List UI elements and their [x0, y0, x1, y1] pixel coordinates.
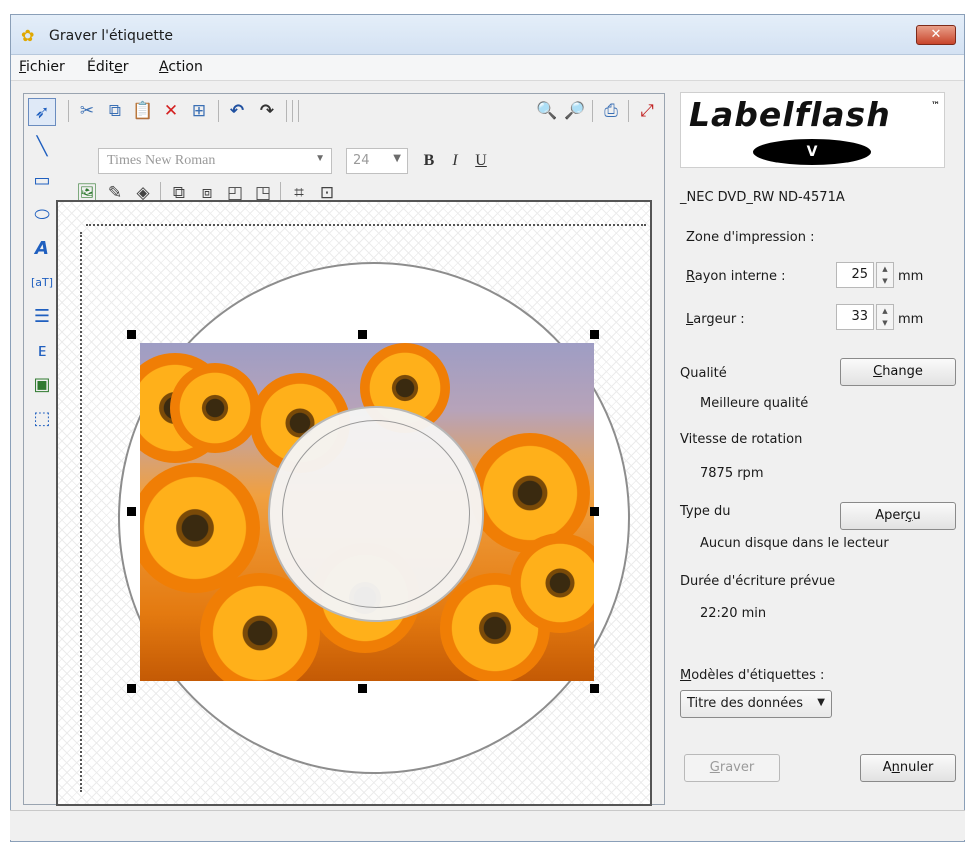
inner-radius-input[interactable]: 25 [836, 262, 874, 288]
redo-icon[interactable]: ↷ [254, 98, 280, 124]
chevron-down-icon[interactable]: ▼ [877, 275, 893, 287]
disc-hub [268, 406, 484, 622]
resize-handle[interactable] [127, 330, 136, 339]
cancel-button[interactable]: Annuler [860, 754, 956, 782]
duplicate-icon[interactable]: ⊞ [186, 98, 212, 124]
preview-icon[interactable]: ⎙ [598, 98, 624, 124]
inner-radius-label: Rayon interne : [686, 269, 786, 284]
fit-icon[interactable]: ⤢ [634, 98, 660, 124]
italic-button[interactable]: I [444, 148, 466, 174]
drive-name: _NEC DVD_RW ND-4571A [680, 190, 845, 205]
chevron-down-icon: ▼ [315, 153, 325, 164]
resize-handle[interactable] [590, 507, 599, 516]
frame-icon[interactable]: ⬚ [28, 404, 56, 432]
chevron-down-icon[interactable]: ▼ [877, 317, 893, 329]
change-button[interactable]: Change [840, 358, 956, 386]
templates-label: Modèles d'étiquettes : [680, 668, 825, 683]
menu-action[interactable]: Action [159, 59, 203, 75]
underline-button[interactable]: U [470, 148, 492, 174]
quality-value: Meilleure qualité [700, 396, 809, 411]
width-stepper[interactable]: ▲ ▼ [876, 304, 894, 330]
duration-label: Durée d'écriture prévue [680, 574, 836, 589]
resize-handle[interactable] [358, 330, 367, 339]
settings-panel: Labelflash ™ V _NEC DVD_RW ND-4571A Zone… [668, 78, 958, 790]
delete-icon[interactable]: ✕ [158, 98, 184, 124]
app-icon: ✿ [21, 26, 35, 45]
print-zone-label: Zone d'impression : [686, 230, 815, 245]
bold-button[interactable]: B [418, 148, 440, 174]
tree-icon[interactable]: ᴇ [28, 336, 56, 364]
zoom-out-icon[interactable]: 🔎 [562, 98, 588, 124]
resize-handle[interactable] [127, 507, 136, 516]
edit-toolbar: ✂ ⧉ 📋 ✕ ⊞ ↶ ↷ 🔍 🔎 ⎙ ⤢ [64, 98, 664, 126]
menu-editer[interactable]: Éditer [87, 59, 129, 75]
text-icon[interactable]: A [28, 234, 56, 262]
copy-icon[interactable]: ⧉ [102, 98, 128, 124]
vertical-ruler [80, 232, 86, 792]
status-bar [10, 810, 965, 840]
list-icon[interactable]: ☰ [28, 302, 56, 330]
zoom-in-icon[interactable]: 🔍 [534, 98, 560, 124]
font-size-select[interactable]: 24 ▼ [346, 148, 408, 174]
textbox-icon[interactable]: [aT] [28, 268, 56, 296]
paste-icon[interactable]: 📋 [130, 98, 156, 124]
quality-label: Qualité [680, 366, 727, 381]
templates-select[interactable]: Titre des données ▼ [680, 690, 832, 718]
chevron-down-icon: ▼ [817, 697, 825, 708]
resize-handle[interactable] [358, 684, 367, 693]
menu-fichier[interactable]: Fichier [19, 59, 65, 75]
ellipse-icon[interactable]: ⬭ [28, 200, 56, 228]
resize-handle[interactable] [590, 330, 599, 339]
image-icon[interactable]: ▣ [28, 370, 56, 398]
select-arrow-icon[interactable]: ➶ [28, 98, 56, 126]
inner-radius-stepper[interactable]: ▲ ▼ [876, 262, 894, 288]
chevron-up-icon[interactable]: ▲ [877, 305, 893, 317]
width-label: Largeur : [686, 312, 745, 327]
disc-type-label: Type du [680, 504, 731, 519]
undo-icon[interactable]: ↶ [224, 98, 250, 124]
chevron-down-icon: ▼ [393, 153, 401, 164]
line-icon[interactable]: ╲ [28, 132, 56, 160]
disc-type-value: Aucun disque dans le lecteur [700, 536, 889, 551]
chevron-up-icon[interactable]: ▲ [877, 263, 893, 275]
font-family-select[interactable]: Times New Roman ▼ [98, 148, 332, 174]
resize-handle[interactable] [127, 684, 136, 693]
resize-handle[interactable] [590, 684, 599, 693]
disc-hub-inner [282, 420, 470, 608]
rotation-label: Vitesse de rotation [680, 432, 803, 447]
title-bar: ✿ Graver l'étiquette ✕ [11, 15, 964, 55]
horizontal-ruler [86, 216, 646, 226]
tool-palette: ➶ ╲ ▭ ⬭ A [aT] ☰ ᴇ ▣ ⬚ [28, 98, 58, 438]
width-input[interactable]: 33 [836, 304, 874, 330]
preview-button[interactable]: Aperçu [840, 502, 956, 530]
rectangle-icon[interactable]: ▭ [28, 166, 56, 194]
burn-button[interactable]: Graver [684, 754, 780, 782]
labelflash-logo: Labelflash ™ V [680, 92, 945, 168]
duration-value: 22:20 min [700, 606, 767, 621]
window-title: Graver l'étiquette [49, 28, 173, 44]
cut-icon[interactable]: ✂ [74, 98, 100, 124]
close-button[interactable]: ✕ [916, 25, 956, 45]
rotation-value: 7875 rpm [700, 466, 764, 481]
